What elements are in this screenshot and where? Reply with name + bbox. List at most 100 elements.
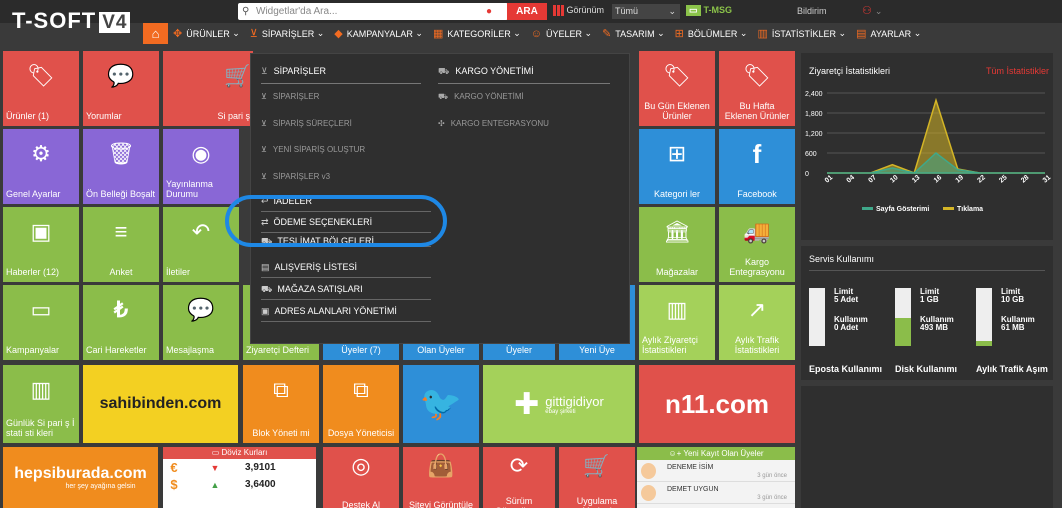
dropdown-row-alisveris[interactable]: ▤ ALIŞVERİŞ LİSTESİ: [261, 257, 431, 278]
tile-buhafta[interactable]: 🏷 Bu Hafta Eklenen Ürünler: [719, 51, 795, 126]
list-item[interactable]: DEMET UYGUN 3 gün önce: [637, 482, 795, 504]
truck-icon: 🚚: [743, 219, 771, 244]
tile-twitter[interactable]: 🐦: [403, 365, 479, 443]
tile-genel-ayarlar[interactable]: ⚙ Genel Ayarlar: [3, 129, 79, 204]
tile-siparis[interactable]: 🛒 Si pari ş: [163, 51, 253, 126]
nav-kategoriler[interactable]: ▦ KATEGORİLER ⌄: [428, 23, 526, 44]
dropdown-item[interactable]: ✣ KARGO ENTEGRASYONU: [438, 117, 610, 144]
tile-aylik-trafik[interactable]: ↗ Aylık Trafik İstatistikleri: [719, 285, 795, 360]
tile-kampanyalar[interactable]: ▭ Kampanyalar: [3, 285, 79, 360]
tile-uygulama[interactable]: 🛒 Uygulama Marketi: [559, 447, 635, 508]
arrow-down-icon: ▼: [210, 462, 220, 473]
tile-gunluk[interactable]: ▥ Günlük Si pari ş İ stati sti kleri: [3, 365, 79, 443]
legend-swatch: [862, 207, 873, 210]
tile-blok[interactable]: ⧉ Blok Yöneti mi: [243, 365, 319, 443]
usage-fill: [976, 341, 992, 346]
tile-kargo[interactable]: 🚚 Kargo Entegrasyonu: [719, 207, 795, 282]
legend-label: Sayfa Gösterimi: [876, 206, 929, 213]
tile-label: Cari Hareketler: [86, 345, 147, 355]
notifications-label: Bildirim: [797, 6, 827, 16]
tmsg-label: T-MSG: [703, 5, 733, 15]
plus-icon: ✚: [514, 387, 540, 421]
tile-cari[interactable]: ₺ Cari Hareketler: [83, 285, 159, 360]
tile-aylik-ziyaretci[interactable]: ▥ Aylık Ziyaretçi İstatistikleri: [639, 285, 715, 360]
grid-icon: [553, 5, 564, 17]
nav-uyeler[interactable]: ☺ ÜYELER ⌄: [526, 23, 597, 44]
tile-gittigidiyor[interactable]: ✚ gittigidiyor ebay şirketi: [483, 365, 635, 443]
service-item-traffic: Limit 10 GB Kullanım 61 MB Aylık Trafik …: [971, 286, 1051, 374]
nav-tasarim[interactable]: ✎ TASARIM ⌄: [597, 23, 670, 44]
tile-yorumlar[interactable]: 💬 Yorumlar: [83, 51, 159, 126]
truck-icon: ⛟: [438, 92, 449, 101]
dropdown-item[interactable]: ⛟ KARGO YÖNETİMİ: [438, 90, 610, 117]
dropdown-heading[interactable]: ⊻ SİPARİŞLER: [261, 64, 421, 84]
member-name: DEMET UYGUN: [667, 486, 719, 493]
nav-istatistikler[interactable]: ▥ İSTATİSTİKLER ⌄: [752, 23, 851, 44]
tile-mesajlasma[interactable]: 💬 Mesajlaşma: [163, 285, 239, 360]
tile-label: Mağazalar: [655, 267, 699, 277]
tile-haberler[interactable]: ▣ Haberler (12): [3, 207, 79, 282]
tile-urunler[interactable]: 🏷 Ürünler (1): [3, 51, 79, 126]
tile-label: Aylık Trafik İstatistikleri: [734, 335, 780, 355]
tile-label: Ziyaretçi Defteri: [246, 345, 310, 355]
user-icon[interactable]: ⚇ ⌄: [862, 4, 882, 17]
search-input[interactable]: ⚲ Widgetlar'da Ara... ●: [238, 3, 508, 20]
puzzle-icon: ✥: [173, 28, 183, 40]
tile-onbellek[interactable]: 🗑 Ön Belleği Boşalt: [83, 129, 159, 204]
dropdown-column-cargo: ⛟ KARGO YÖNETİMİ ⛟ KARGO YÖNETİMİ ✣ KARGO E…: [438, 64, 610, 143]
tmsg-button[interactable]: ▭ T-MSG: [686, 5, 732, 16]
search-button[interactable]: ARA: [507, 3, 547, 20]
tile-hepsiburada[interactable]: hepsiburada.com her şey ayağına gelsin: [3, 447, 158, 508]
dollar-icon: $: [170, 477, 178, 492]
tile-dosya[interactable]: ⧉ Dosya Yöneticisi: [323, 365, 399, 443]
nav-bolumler[interactable]: ⊞ BÖLÜMLER ⌄: [670, 23, 753, 44]
gears-icon: ⚙: [31, 141, 51, 166]
nav-ayarlar[interactable]: ▤ AYARLAR ⌄: [851, 23, 926, 44]
bank-icon: 🏛: [663, 219, 691, 244]
truck-icon: ⛟: [438, 66, 450, 76]
gittigidiyor-sub: ebay şirketi: [545, 408, 576, 415]
dropdown-item-label: YENİ SİPARİŞ OLUŞTUR: [272, 145, 366, 154]
lira-icon: ₺: [114, 297, 128, 322]
tile-bugun[interactable]: 🏷 Bu Gün Eklenen Ürünler: [639, 51, 715, 126]
dropdown-heading[interactable]: ⛟ KARGO YÖNETİMİ: [438, 64, 610, 84]
view-select[interactable]: Tümü ⌄: [612, 4, 680, 19]
tile-label: Bu Gün Eklenen Ürünler: [644, 101, 710, 121]
tile-kategoriler[interactable]: ⊞ Kategori ler: [639, 129, 715, 204]
home-icon[interactable]: ⌂: [143, 23, 168, 44]
used-value: 493 MB: [920, 323, 949, 332]
cart-icon: ⊻: [261, 145, 267, 154]
logo[interactable]: T-SOFT V4: [12, 8, 131, 36]
tile-label: Aylık Ziyaretçi İstatistikleri: [642, 335, 698, 355]
x-tick-label: 31: [1042, 174, 1053, 184]
nav-kampanyalar[interactable]: ◆ KAMPANYALAR ⌄: [329, 23, 428, 44]
euro-icon: €: [170, 460, 178, 475]
nav-siparisler[interactable]: ⊻ SİPARİŞLER ⌄: [245, 23, 329, 44]
dropdown-item[interactable]: ⊻ SİPARİŞLER: [261, 90, 421, 117]
x-tick-label: 07: [867, 174, 878, 184]
dropdown-item[interactable]: ⊻ SİPARİŞ SÜREÇLERİ: [261, 117, 421, 144]
dropdown-item[interactable]: ⊻ YENİ SİPARİŞ OLUŞTUR: [261, 143, 421, 170]
dropdown-row-adres[interactable]: ▣ ADRES ALANLARI YÖNETİMİ: [261, 301, 431, 322]
tile-facebook[interactable]: f Facebook: [719, 129, 795, 204]
tile-yayinlanma[interactable]: ◉ Yayınlanma Durumu: [163, 129, 239, 204]
tile-surum[interactable]: ⟳ Sürüm Güncelleme: [483, 447, 555, 508]
list-item[interactable]: DENEME İSİM 3 gün önce: [637, 460, 795, 482]
tile-label: Üyeler: [505, 345, 532, 355]
microphone-icon[interactable]: ●: [486, 3, 492, 20]
bar-chart-icon: ▥: [30, 377, 52, 402]
dropdown-heading-label: SİPARİŞLER: [273, 66, 326, 76]
dropdown-row-magaza[interactable]: ⛟ MAĞAZA SATIŞLARI: [261, 279, 431, 300]
tile-sahibinden[interactable]: sahibinden.com: [83, 365, 238, 443]
tile-magazalar[interactable]: 🏛 Mağazalar: [639, 207, 715, 282]
member-time: 3 gün önce: [757, 495, 787, 501]
tile-site-goruntule[interactable]: 👜 Siteyi Görüntüle: [403, 447, 479, 508]
notifications-button[interactable]: Bildirim: [797, 6, 827, 16]
tile-anket[interactable]: ≡ Anket: [83, 207, 159, 282]
gittigidiyor-logo: gittigidiyor: [545, 393, 604, 409]
nav-urunler[interactable]: ✥ ÜRÜNLER ⌄: [168, 23, 245, 44]
legend-swatch: [943, 207, 954, 210]
tile-destek[interactable]: ◎ Destek Al: [323, 447, 399, 508]
tile-n11[interactable]: n11.com: [639, 365, 795, 443]
y-tick-label: 1,800: [805, 111, 823, 118]
